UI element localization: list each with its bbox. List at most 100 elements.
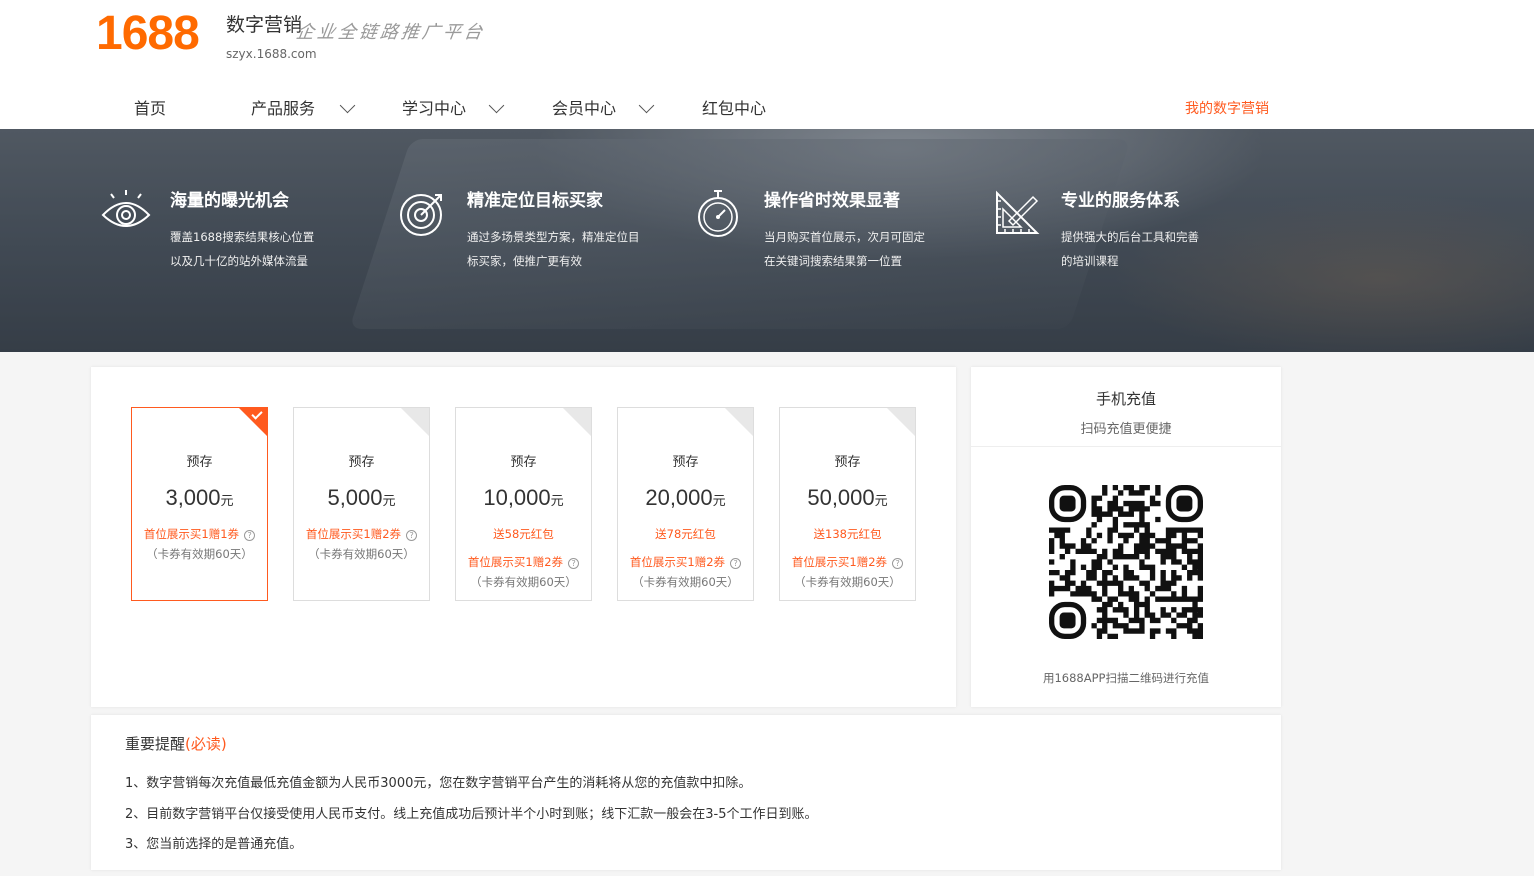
notice-line: 2、目前数字营销平台仅接受使用人民币支付。线上充值成功后预计半个小时到账；线下汇…	[125, 807, 818, 822]
corner-fold	[886, 408, 915, 437]
chevron-down-icon	[638, 97, 655, 114]
option-amount: 20,000元	[618, 484, 753, 515]
option-label: 预存	[834, 455, 861, 470]
notice-title: 重要提醒(必读)	[125, 733, 227, 755]
feature-desc-line: 以及几十亿的站外媒体流量	[170, 254, 308, 268]
feature-desc: 覆盖1688搜索结果核心位置 以及几十亿的站外媒体流量	[170, 225, 314, 273]
amount-unit: 元	[712, 493, 726, 508]
amount-unit: 元	[550, 493, 564, 508]
feature-desc-line: 标买家，使推广更有效	[467, 254, 582, 268]
help-icon[interactable]: ?	[730, 558, 742, 569]
feature-targeting: 精准定位目标买家 通过多场景类型方案，精准定位目 标买家，使推广更有效	[397, 181, 677, 291]
feature-desc-line: 的培训课程	[1061, 254, 1119, 268]
nav-products-label: 产品服务	[251, 99, 316, 118]
recharge-option-10000[interactable]: 预存 10,000元 送58元红包 首位展示买1赠2券? （卡券有效期60天）	[455, 407, 592, 601]
bonus-text: 首位展示买1赠2券	[629, 555, 726, 569]
notice-line: 3、您当前选择的是普通充值。	[125, 837, 303, 852]
feature-desc-line: 通过多场景类型方案，精准定位目	[467, 230, 640, 244]
amount-value: 3,000	[165, 485, 221, 510]
option-bonus: 首位展示买1赠2券?	[780, 554, 915, 570]
amount-unit: 元	[220, 493, 234, 508]
option-bonus: 首位展示买1赠2券?	[294, 526, 429, 542]
help-icon[interactable]: ?	[244, 530, 256, 541]
divider	[971, 446, 1281, 447]
option-label: 预存	[510, 455, 537, 470]
feature-desc-line: 覆盖1688搜索结果核心位置	[170, 230, 315, 244]
nav-products[interactable]: 产品服务	[251, 96, 361, 122]
corner-fold	[238, 408, 267, 437]
help-icon[interactable]: ?	[892, 558, 904, 569]
option-amount: 50,000元	[780, 484, 915, 515]
option-amount: 5,000元	[294, 484, 429, 515]
qr-hint: 用1688APP扫描二维码进行充值	[1042, 671, 1209, 685]
logo-domain: szyx.1688.com	[226, 47, 317, 61]
feature-service: 专业的服务体系 提供强大的后台工具和完善 的培训课程	[991, 181, 1271, 291]
recharge-option-5000[interactable]: 预存 5,000元 首位展示买1赠2券? （卡券有效期60天）	[293, 407, 430, 601]
amount-unit: 元	[874, 493, 888, 508]
feature-efficiency: 操作省时效果显著 当月购买首位展示，次月可固定 在关键词搜索结果第一位置	[694, 181, 974, 291]
feature-desc: 当月购买首位展示，次月可固定 在关键词搜索结果第一位置	[764, 225, 925, 273]
stopwatch-icon	[698, 190, 738, 237]
recharge-option-20000[interactable]: 预存 20,000元 送78元红包 首位展示买1赠2券? （卡券有效期60天）	[617, 407, 754, 601]
amount-value: 20,000	[645, 485, 713, 510]
feature-title: 精准定位目标买家	[467, 191, 603, 211]
qr-code[interactable]	[1049, 485, 1203, 639]
option-amount: 10,000元	[456, 484, 591, 515]
feature-desc: 通过多场景类型方案，精准定位目 标买家，使推广更有效	[467, 225, 640, 273]
nav-redpack-label: 红包中心	[702, 99, 767, 118]
feature-desc-line: 在关键词搜索结果第一位置	[764, 254, 902, 268]
option-label: 预存	[348, 455, 375, 470]
nav-redpack[interactable]: 红包中心	[702, 96, 766, 122]
amount-value: 5,000	[327, 485, 383, 510]
mobile-recharge-subtitle: 扫码充值更便捷	[1080, 422, 1172, 437]
option-validity: （卡券有效期60天）	[470, 575, 577, 589]
option-validity: （卡券有效期60天）	[146, 547, 253, 561]
recharge-option-50000[interactable]: 预存 50,000元 送138元红包 首位展示买1赠2券? （卡券有效期60天）	[779, 407, 916, 601]
corner-fold	[400, 408, 429, 437]
bonus-text: 首位展示买1赠2券	[305, 527, 402, 541]
recharge-option-3000[interactable]: 预存 3,000元 首位展示买1赠1券? （卡券有效期60天）	[131, 407, 268, 601]
amount-unit: 元	[382, 493, 396, 508]
option-bonus: 首位展示买1赠2券?	[456, 554, 591, 570]
feature-exposure: 海量的曝光机会 覆盖1688搜索结果核心位置 以及几十亿的站外媒体流量	[100, 181, 380, 291]
option-redpack: 送138元红包	[813, 527, 882, 541]
nav-home[interactable]: 首页	[134, 96, 166, 122]
feature-desc: 提供强大的后台工具和完善 的培训课程	[1061, 225, 1199, 273]
my-marketing-link[interactable]: 我的数字营销	[1185, 98, 1269, 120]
notice-line: 1、数字营销每次充值最低充值金额为人民币3000元，您在数字营销平台产生的消耗将…	[125, 776, 752, 791]
chevron-down-icon	[488, 97, 505, 114]
mobile-recharge-title: 手机充值	[1095, 390, 1156, 408]
amount-value: 10,000	[483, 485, 551, 510]
mobile-recharge-panel: 手机充值 扫码充值更便捷 用1688APP扫描二维码进行充值	[971, 367, 1281, 707]
option-bonus: 首位展示买1赠2券?	[618, 554, 753, 570]
option-amount: 3,000元	[132, 484, 267, 515]
notice-title-text: 重要提醒	[125, 735, 186, 753]
ruler-icon	[996, 190, 1040, 234]
option-redpack: 送78元红包	[655, 527, 716, 541]
corner-fold	[724, 408, 753, 437]
help-icon[interactable]: ?	[568, 558, 580, 569]
bonus-text: 首位展示买1赠2券	[791, 555, 888, 569]
nav-learning-label: 学习中心	[402, 99, 467, 118]
must-read-label: (必读)	[185, 735, 227, 753]
bonus-text: 首位展示买1赠1券	[143, 527, 240, 541]
logo-title: 数字营销	[226, 14, 303, 36]
nav-member-label: 会员中心	[552, 99, 617, 118]
option-label: 预存	[186, 455, 213, 470]
option-validity: （卡券有效期60天）	[308, 547, 415, 561]
help-icon[interactable]: ?	[406, 530, 418, 541]
feature-title: 专业的服务体系	[1061, 191, 1180, 211]
recharge-panel: 预存 3,000元 首位展示买1赠1券? （卡券有效期60天） 预存 5,000…	[91, 367, 956, 707]
option-label: 预存	[672, 455, 699, 470]
feature-title: 操作省时效果显著	[764, 191, 900, 211]
bonus-text: 首位展示买1赠2券	[467, 555, 564, 569]
logo-1688[interactable]: 1688	[96, 6, 200, 62]
feature-desc-line: 当月购买首位展示，次月可固定	[764, 230, 925, 244]
corner-fold	[562, 408, 591, 437]
nav-learning[interactable]: 学习中心	[402, 96, 512, 122]
nav-home-label: 首页	[134, 99, 167, 118]
nav-member[interactable]: 会员中心	[552, 96, 662, 122]
option-bonus: 首位展示买1赠1券?	[132, 526, 267, 542]
feature-title: 海量的曝光机会	[170, 191, 289, 211]
site-header: 1688 数字营销 企业全链路推广平台 szyx.1688.com 首页 产品服…	[0, 0, 1534, 129]
